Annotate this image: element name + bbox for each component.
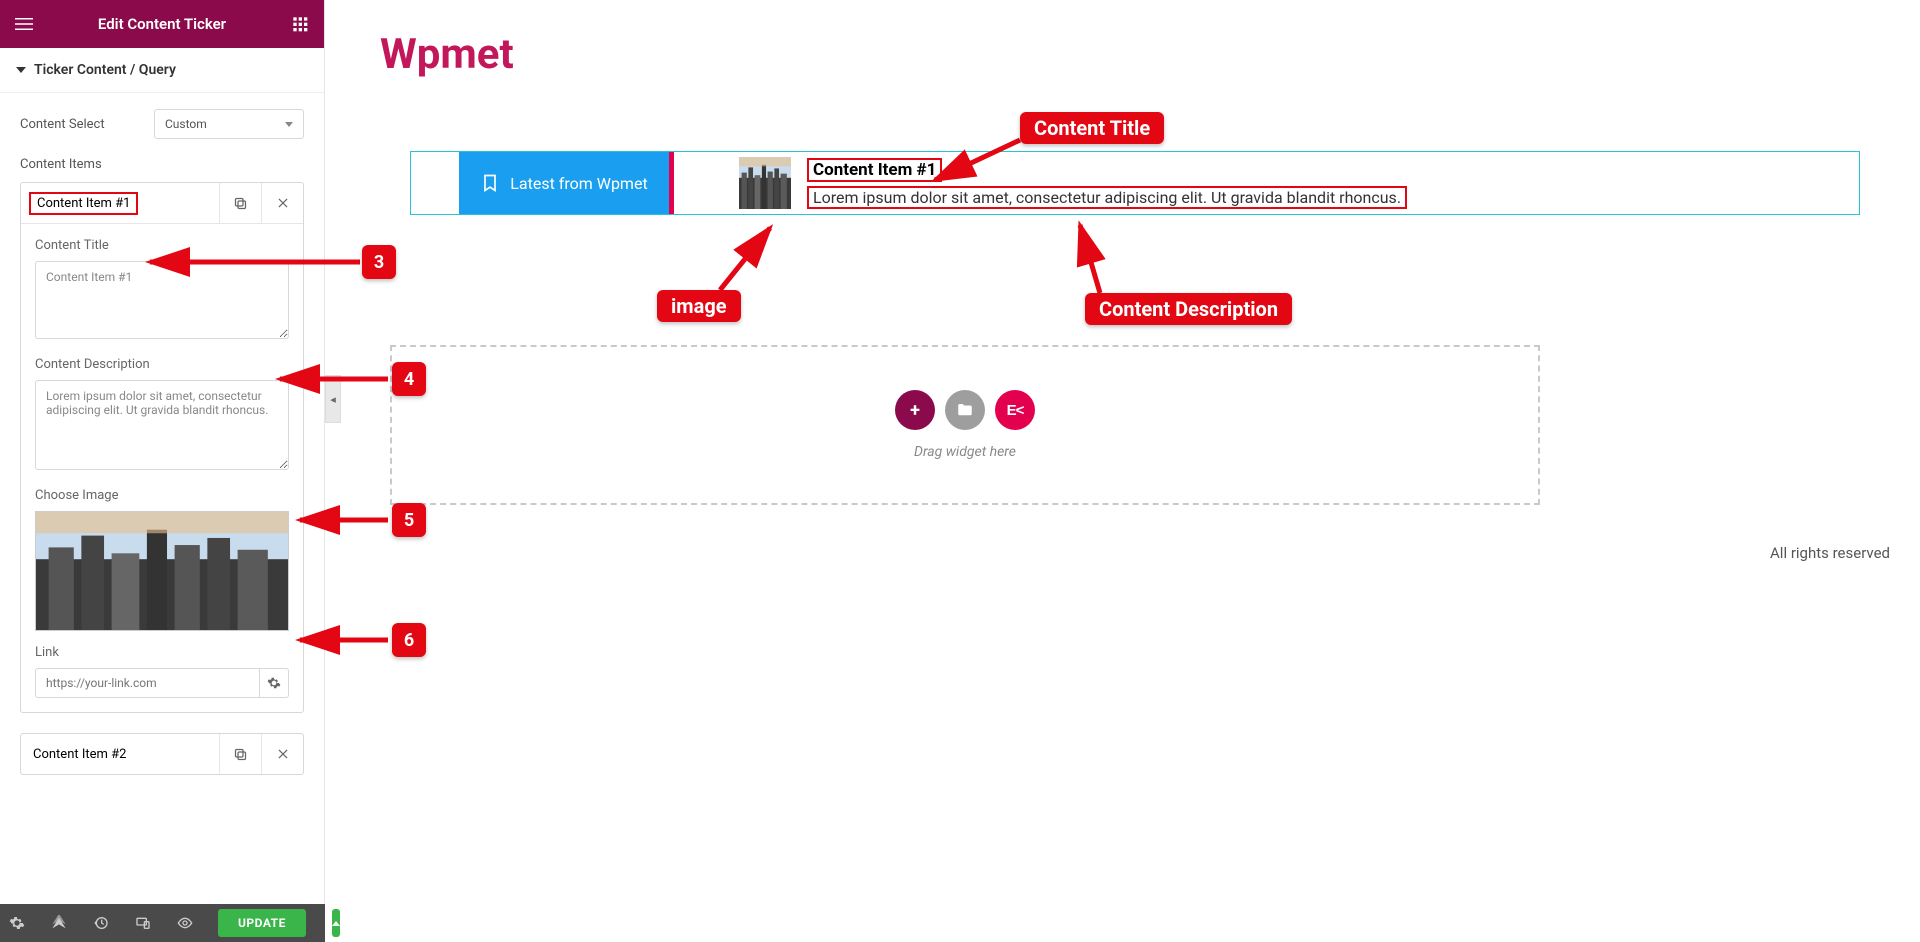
panel-collapse-handle[interactable]: ◂ xyxy=(325,375,341,423)
choose-image-button[interactable] xyxy=(35,511,289,631)
ticker-body: Content Item #1 Lorem ipsum dolor sit am… xyxy=(669,152,1859,214)
repeater-item-1-title: Content Item #1 xyxy=(29,192,138,215)
page-footer-text: All rights reserved xyxy=(1770,544,1890,562)
preview-icon[interactable] xyxy=(176,914,194,932)
repeater-item-2: Content Item #2 xyxy=(20,733,304,775)
section-title: Ticker Content / Query xyxy=(34,62,176,78)
content-title-label: Content Title xyxy=(35,238,289,253)
caret-down-icon xyxy=(16,67,26,73)
repeater-item-1-content: Content Title Content Description Choose… xyxy=(21,223,303,712)
navigator-icon[interactable] xyxy=(50,914,68,932)
content-description-label: Content Description xyxy=(35,357,289,372)
menu-icon[interactable] xyxy=(12,12,36,36)
content-select-label: Content Select xyxy=(20,117,105,132)
update-options-button[interactable] xyxy=(332,909,340,937)
annotation-step-3: 3 xyxy=(362,245,396,279)
add-section-button[interactable]: + xyxy=(895,390,935,430)
annotation-image: image xyxy=(657,290,741,322)
widget-dropzone[interactable]: + E< Drag widget here xyxy=(390,345,1540,505)
responsive-icon[interactable] xyxy=(134,914,152,932)
annotation-content-description: Content Description xyxy=(1085,293,1292,325)
repeater-item-2-header[interactable]: Content Item #2 xyxy=(21,734,303,774)
editor-sidebar: Edit Content Ticker Ticker Content / Que… xyxy=(0,0,325,942)
sidebar-header: Edit Content Ticker xyxy=(0,0,324,48)
duplicate-item-button[interactable] xyxy=(219,183,261,223)
sidebar-title: Edit Content Ticker xyxy=(36,15,288,33)
content-select-dropdown[interactable]: Custom xyxy=(154,109,304,139)
bookmark-icon xyxy=(480,173,500,193)
annotation-step-5: 5 xyxy=(392,503,426,537)
content-title-input[interactable] xyxy=(35,261,289,339)
choose-image-label: Choose Image xyxy=(35,488,289,503)
settings-icon[interactable] xyxy=(8,914,26,932)
add-template-button[interactable] xyxy=(945,390,985,430)
annotation-step-4: 4 xyxy=(392,362,426,396)
content-select-value: Custom xyxy=(165,117,207,131)
ticker-prev-button[interactable] xyxy=(411,152,459,214)
link-label: Link xyxy=(35,645,289,660)
content-items-label: Content Items xyxy=(20,157,304,172)
ticker-image xyxy=(739,157,791,209)
ticker-content-title: Content Item #1 xyxy=(807,158,942,182)
link-options-button[interactable] xyxy=(259,668,289,698)
update-button[interactable]: UPDATE xyxy=(218,909,306,937)
content-description-input[interactable] xyxy=(35,380,289,470)
panel-body: Content Select Custom Content Items Cont… xyxy=(0,93,324,942)
section-toggle[interactable]: Ticker Content / Query xyxy=(0,48,324,93)
repeater-item-1: Content Item #1 Content Title Content De… xyxy=(20,182,304,713)
annotation-content-title: Content Title xyxy=(1020,112,1164,144)
remove-item-button[interactable] xyxy=(261,183,303,223)
folder-icon xyxy=(956,401,974,419)
repeater-item-2-title: Content Item #2 xyxy=(29,747,130,762)
apps-icon[interactable] xyxy=(288,12,312,36)
link-input[interactable] xyxy=(35,668,259,698)
brand-title: Wpmet xyxy=(380,30,1900,79)
content-ticker-widget[interactable]: Latest from Wpmet Content Item #1 Lorem … xyxy=(410,151,1860,215)
repeater-item-1-header[interactable]: Content Item #1 xyxy=(21,183,303,223)
chevron-down-icon xyxy=(285,122,293,127)
history-icon[interactable] xyxy=(92,914,110,932)
editor-footer: UPDATE xyxy=(0,904,325,942)
duplicate-item-2-button[interactable] xyxy=(219,734,261,774)
remove-item-2-button[interactable] xyxy=(261,734,303,774)
ticker-content-description: Lorem ipsum dolor sit amet, consectetur … xyxy=(807,186,1407,209)
ticker-label: Latest from Wpmet xyxy=(459,152,669,214)
elementskit-button[interactable]: E< xyxy=(995,390,1035,430)
ticker-label-text: Latest from Wpmet xyxy=(510,174,647,193)
dropzone-hint: Drag widget here xyxy=(914,444,1016,460)
annotation-step-6: 6 xyxy=(392,623,426,657)
